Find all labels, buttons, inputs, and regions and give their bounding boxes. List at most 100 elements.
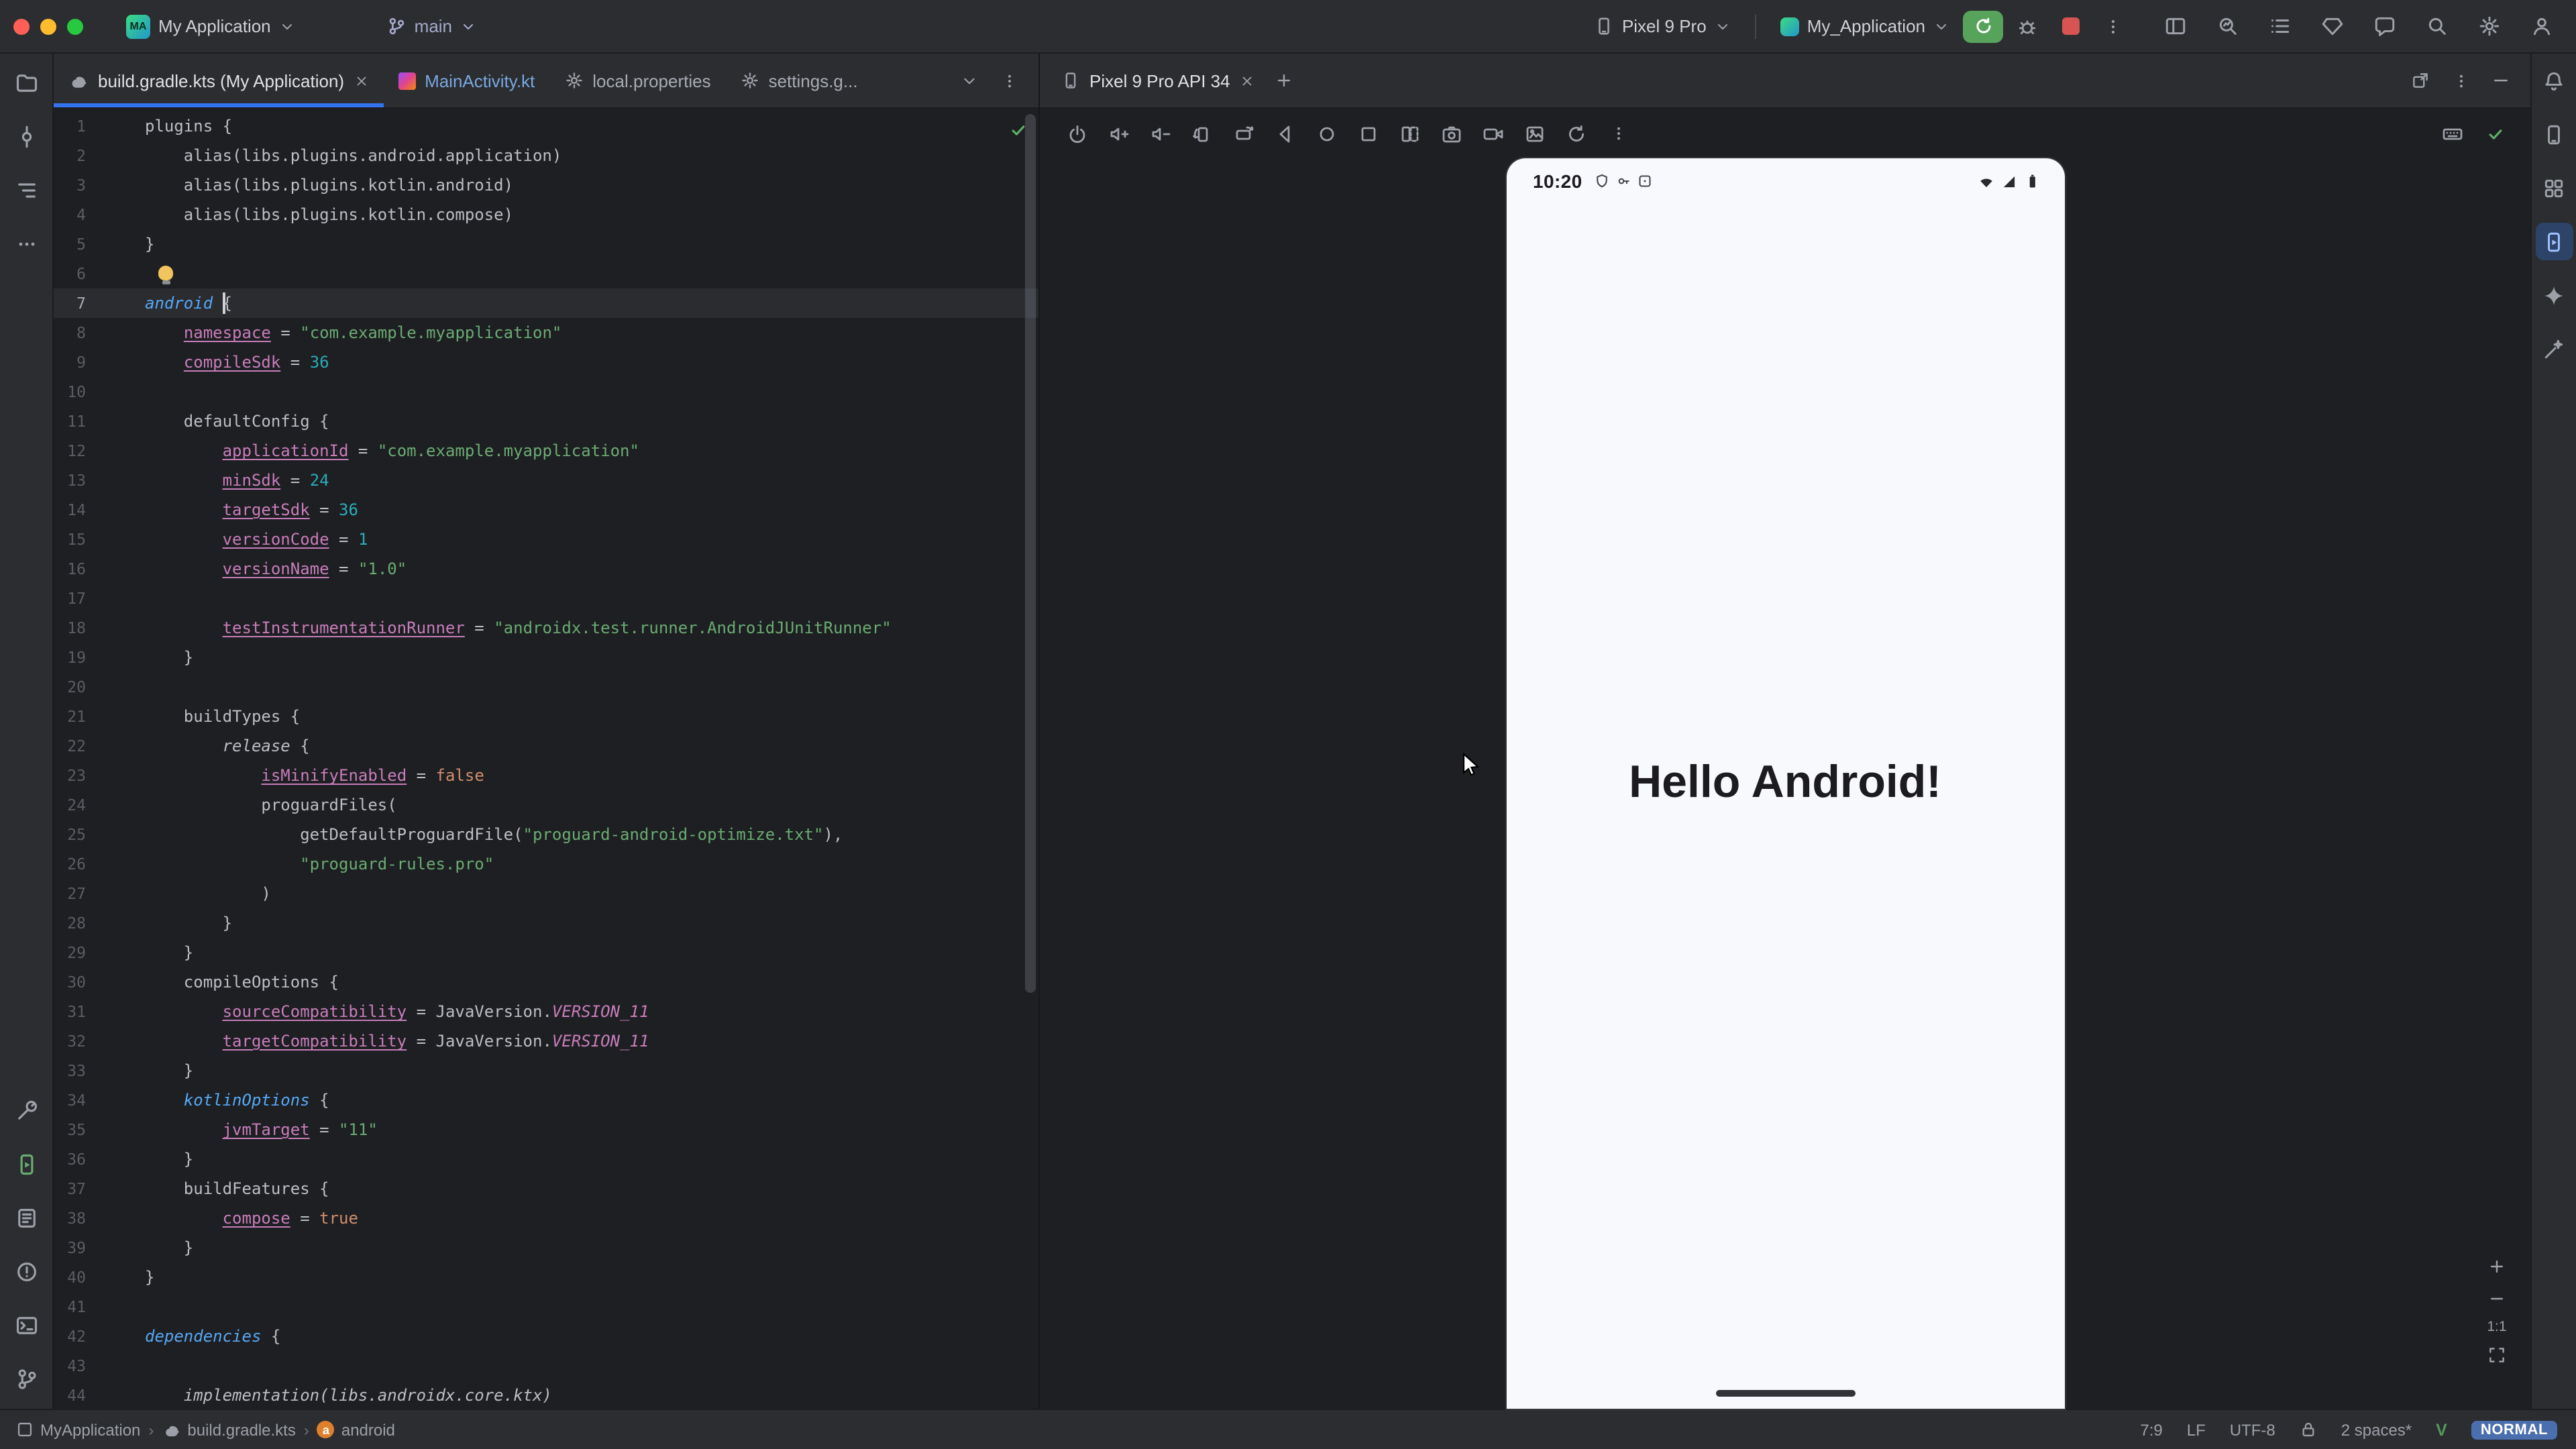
code-line[interactable]: 33 } xyxy=(54,1056,1038,1085)
rotate-left-button[interactable] xyxy=(1186,117,1218,150)
encoding-widget[interactable]: UTF-8 xyxy=(2230,1420,2275,1439)
hidden-tabs-button[interactable] xyxy=(953,64,985,97)
problems-tool-button[interactable] xyxy=(7,1253,45,1291)
device-more-button[interactable] xyxy=(1602,117,1634,150)
add-device-tab-button[interactable] xyxy=(1268,64,1300,97)
minimize-window-button[interactable] xyxy=(40,18,56,34)
code-line[interactable]: 29 } xyxy=(54,938,1038,967)
run-configuration-selector[interactable]: My_Application xyxy=(1772,12,1957,40)
code-line[interactable]: 27 ) xyxy=(54,879,1038,908)
code-line[interactable]: 40} xyxy=(54,1263,1038,1292)
more-actions-button[interactable] xyxy=(2094,7,2132,45)
code-line[interactable]: 21 buildTypes { xyxy=(54,702,1038,731)
build-tool-button[interactable] xyxy=(7,1092,45,1130)
volume-up-button[interactable] xyxy=(1103,117,1135,150)
screen-record-button[interactable] xyxy=(1477,117,1509,150)
quickfix-bulb-icon[interactable] xyxy=(158,266,173,280)
running-devices-tool-button[interactable] xyxy=(7,1146,45,1183)
code-line[interactable]: 4 alias(libs.plugins.kotlin.compose) xyxy=(54,200,1038,229)
code-line[interactable]: 17 xyxy=(54,584,1038,613)
home-button[interactable] xyxy=(1311,117,1343,150)
code-line[interactable]: 15 versionCode = 1 xyxy=(54,525,1038,554)
code-line[interactable]: 13 minSdk = 24 xyxy=(54,466,1038,495)
terminal-tool-button[interactable] xyxy=(7,1307,45,1344)
code-editor[interactable]: 1plugins {2 alias(libs.plugins.android.a… xyxy=(54,109,1038,1409)
code-line[interactable]: 5} xyxy=(54,229,1038,259)
code-line[interactable]: 1plugins { xyxy=(54,111,1038,141)
panel-options-button[interactable] xyxy=(2445,64,2477,97)
run-button[interactable] xyxy=(1963,10,2003,42)
indent-widget[interactable]: 2 spaces* xyxy=(2341,1420,2412,1439)
fold-button[interactable] xyxy=(1394,117,1426,150)
volume-down-button[interactable] xyxy=(1144,117,1177,150)
notifications-tool-button[interactable] xyxy=(2535,62,2573,99)
code-line[interactable]: 18 testInstrumentationRunner = "androidx… xyxy=(54,613,1038,643)
vim-mode-badge[interactable]: NORMAL xyxy=(2471,1420,2557,1439)
reboot-button[interactable] xyxy=(1560,117,1593,150)
code-line[interactable]: 8 namespace = "com.example.myapplication… xyxy=(54,318,1038,347)
power-button[interactable] xyxy=(1061,117,1093,150)
zoom-in-button[interactable] xyxy=(2482,1252,2512,1281)
close-device-tab-button[interactable] xyxy=(1240,73,1254,88)
hardware-input-button[interactable] xyxy=(2436,117,2469,150)
code-line[interactable]: 35 jvmTarget = "11" xyxy=(54,1115,1038,1144)
code-line[interactable]: 9 compileSdk = 36 xyxy=(54,347,1038,377)
lock-icon[interactable] xyxy=(2300,1421,2317,1438)
screenshot-button[interactable] xyxy=(1519,117,1551,150)
zoom-out-button[interactable] xyxy=(2482,1284,2512,1313)
fit-to-window-button[interactable] xyxy=(2482,1340,2512,1370)
code-line[interactable]: 43 xyxy=(54,1351,1038,1381)
settings-button[interactable] xyxy=(2470,7,2508,45)
vcs-branch-selector[interactable]: main xyxy=(378,12,484,40)
search-everywhere-button[interactable] xyxy=(2418,7,2455,45)
code-line[interactable]: 36 } xyxy=(54,1144,1038,1174)
code-line[interactable]: 41 xyxy=(54,1292,1038,1322)
rotate-right-button[interactable] xyxy=(1228,117,1260,150)
tab-mainactivity[interactable]: MainActivity.kt xyxy=(383,54,549,107)
device-screen[interactable]: 10:20 Hello Android! xyxy=(1506,158,2064,1409)
code-line[interactable]: 22 release { xyxy=(54,731,1038,761)
hide-panel-button[interactable] xyxy=(2485,64,2517,97)
layout-panels-button[interactable] xyxy=(2156,7,2194,45)
code-line[interactable]: 12 applicationId = "com.example.myapplic… xyxy=(54,436,1038,466)
editor-scrollbar[interactable] xyxy=(1025,114,1036,993)
editor-options-button[interactable] xyxy=(993,64,1025,97)
resource-manager-tool-button[interactable] xyxy=(2535,169,2573,207)
code-line[interactable]: 14 targetSdk = 36 xyxy=(54,495,1038,525)
breadcrumb-file[interactable]: build.gradle.kts xyxy=(162,1420,295,1439)
code-line[interactable]: 11 defaultConfig { xyxy=(54,407,1038,436)
profiler-button[interactable] xyxy=(2208,7,2246,45)
code-line[interactable]: 39 } xyxy=(54,1233,1038,1263)
code-line[interactable]: 37 buildFeatures { xyxy=(54,1174,1038,1203)
code-line[interactable]: 23 isMinifyEnabled = false xyxy=(54,761,1038,790)
gemini-tool-button[interactable] xyxy=(2535,276,2573,314)
code-lines[interactable]: 1plugins {2 alias(libs.plugins.android.a… xyxy=(54,111,1038,1409)
device-manager-tool-button[interactable] xyxy=(2535,115,2573,153)
code-line[interactable]: 34 kotlinOptions { xyxy=(54,1085,1038,1115)
code-line[interactable]: 6 xyxy=(54,259,1038,288)
close-tab-button[interactable] xyxy=(354,73,368,88)
breadcrumb-project[interactable]: MyApplication xyxy=(16,1420,140,1439)
breadcrumb-block[interactable]: a android xyxy=(317,1420,395,1439)
navigation-pill[interactable] xyxy=(1715,1390,1855,1397)
account-button[interactable] xyxy=(2522,7,2560,45)
assistant-tool-button[interactable] xyxy=(2535,330,2573,368)
code-line[interactable]: 7android { xyxy=(54,288,1038,318)
more-tools-button[interactable] xyxy=(7,225,45,263)
code-line[interactable]: 44 implementation(libs.androidx.core.ktx… xyxy=(54,1381,1038,1409)
tab-build-gradle[interactable]: build.gradle.kts (My Application) xyxy=(54,54,383,107)
code-line[interactable]: 42dependencies { xyxy=(54,1322,1038,1351)
code-line[interactable]: 32 targetCompatibility = JavaVersion.VER… xyxy=(54,1026,1038,1056)
overview-button[interactable] xyxy=(1352,117,1385,150)
back-button[interactable] xyxy=(1269,117,1301,150)
project-tool-button[interactable] xyxy=(7,64,45,102)
code-line[interactable]: 31 sourceCompatibility = JavaVersion.VER… xyxy=(54,997,1038,1026)
code-line[interactable]: 10 xyxy=(54,377,1038,407)
project-selector[interactable]: MA My Application xyxy=(118,10,303,42)
zoom-window-button[interactable] xyxy=(67,18,83,34)
plugins-button[interactable] xyxy=(2313,7,2351,45)
code-line[interactable]: 28 } xyxy=(54,908,1038,938)
tab-local-properties[interactable]: local.properties xyxy=(549,54,725,107)
ideavim-icon[interactable]: V xyxy=(2436,1420,2447,1439)
code-line[interactable]: 3 alias(libs.plugins.kotlin.android) xyxy=(54,170,1038,200)
